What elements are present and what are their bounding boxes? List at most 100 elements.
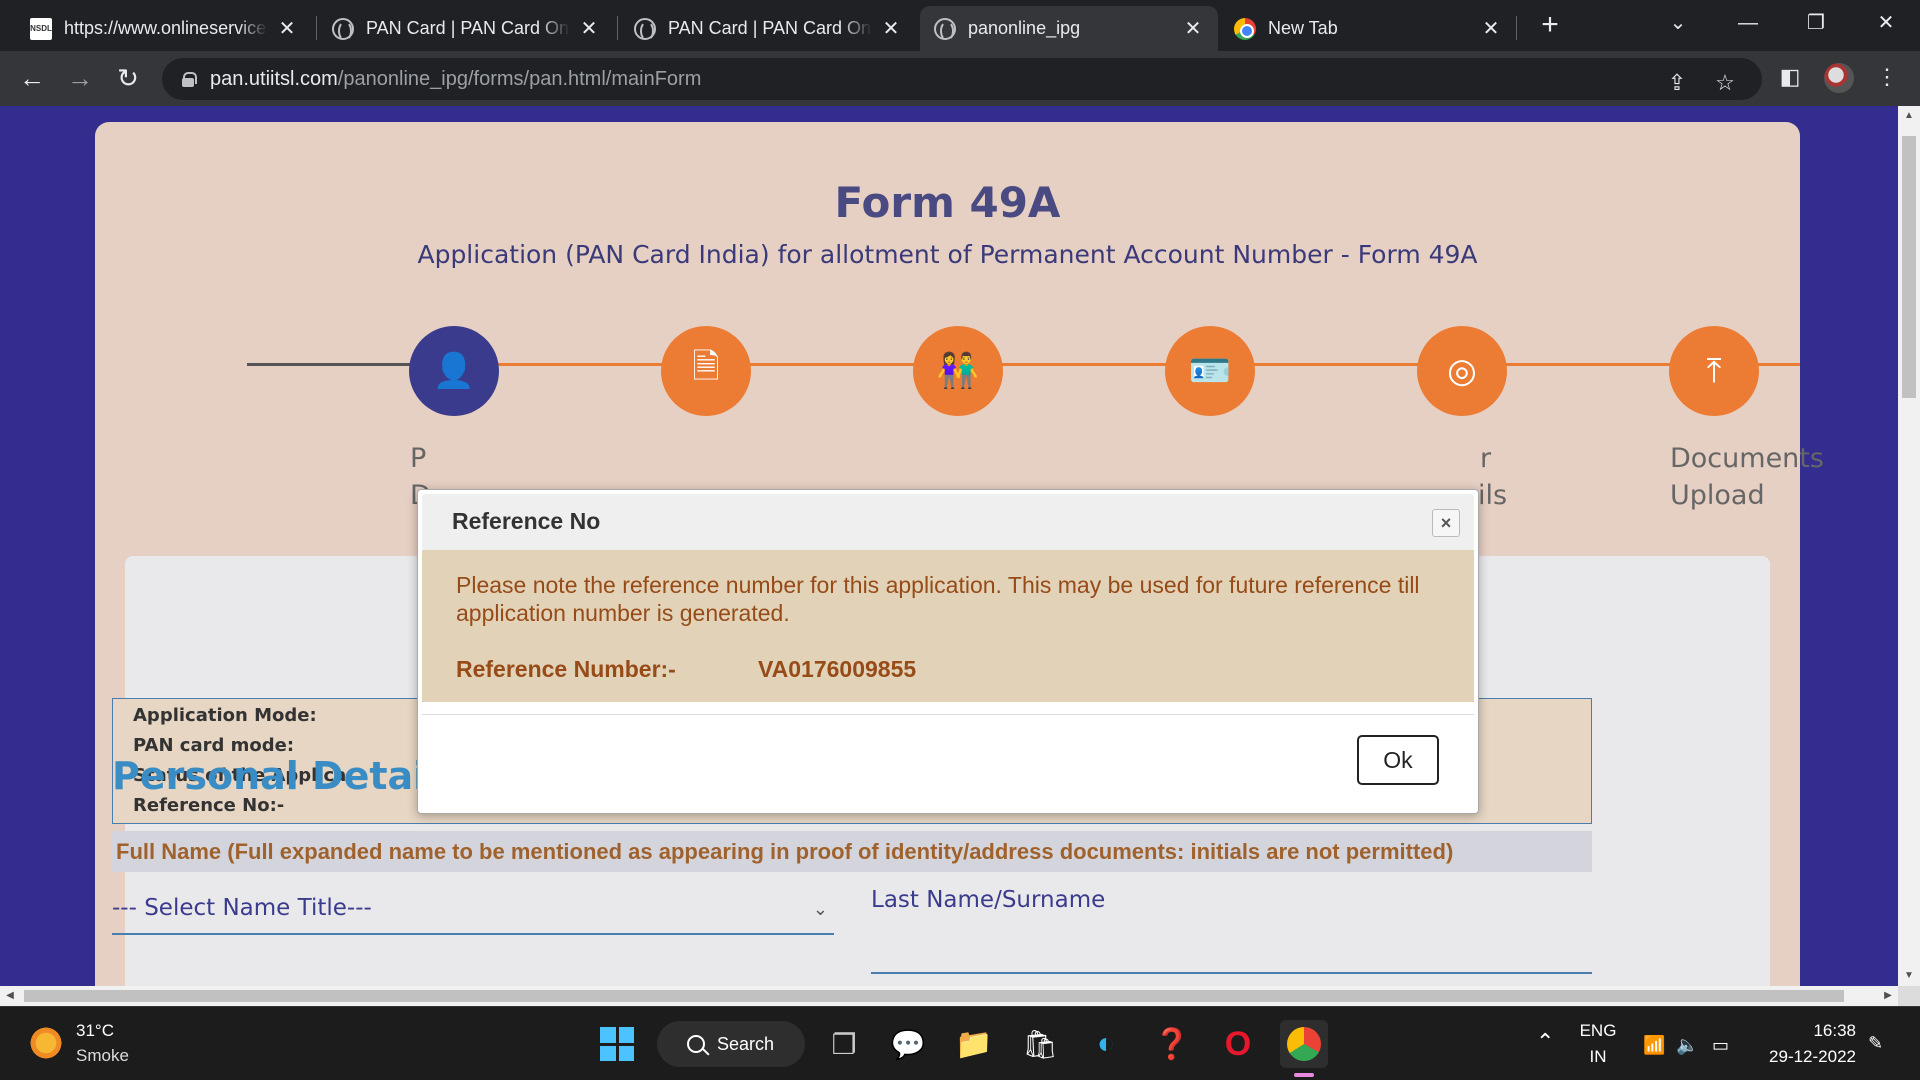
help-icon[interactable]: ❓	[1148, 1020, 1196, 1068]
horizontal-scrollbar[interactable]: ◀ ▶	[0, 986, 1898, 1006]
browser-tab-2[interactable]: PAN Card | PAN Card Online ✕	[318, 6, 614, 51]
taskbar-search[interactable]: Search	[657, 1021, 805, 1067]
browser-tab-3[interactable]: PAN Card | PAN Card Online ✕	[620, 6, 916, 51]
lock-icon[interactable]	[182, 72, 197, 87]
tab-strip: NSDL https://www.onlineservices.nsdl.com…	[0, 0, 1920, 51]
name-title-select[interactable]: --- Select Name Title--- ⌄	[112, 885, 834, 935]
step-other[interactable]: ◎	[1417, 326, 1507, 416]
dialog-divider	[422, 714, 1474, 715]
scroll-thumb[interactable]	[1902, 136, 1916, 398]
dialog-body: Please note the reference number for thi…	[422, 550, 1474, 702]
forward-icon[interactable]: →	[64, 63, 96, 95]
windows-taskbar: 31°C Smoke Search ❐ 💬 📁 🛍 ◐ ❓ O ⌃ ENG IN…	[0, 1006, 1920, 1080]
weather-temperature[interactable]: 31°C	[76, 1021, 114, 1041]
volume-icon[interactable]: 🔈	[1676, 1035, 1698, 1056]
wifi-icon[interactable]: 📶	[1643, 1035, 1665, 1056]
chevron-down-icon: ⌄	[812, 899, 828, 920]
browser-toolbar: ← → ↻ pan.utiitsl.com/panonline_ipg/form…	[0, 51, 1920, 106]
info-application-mode: Application Mode:	[133, 705, 317, 726]
progress-line	[417, 363, 1800, 366]
scroll-down-icon[interactable]: ▼	[1898, 966, 1920, 986]
chrome-icon	[1287, 1027, 1321, 1061]
scroll-thumb[interactable]	[24, 990, 1844, 1002]
profile-avatar[interactable]	[1824, 63, 1854, 93]
globe-icon	[332, 17, 354, 41]
close-icon[interactable]: ×	[1432, 509, 1460, 537]
menu-kebab-icon[interactable]: ⋮	[1872, 62, 1902, 92]
step-parents[interactable]: 👫	[913, 326, 1003, 416]
close-tab-icon[interactable]: ✕	[880, 18, 902, 40]
minimize-icon[interactable]: —	[1724, 6, 1772, 40]
browser-tab-5[interactable]: New Tab ✕	[1220, 6, 1516, 51]
tab-divider	[1516, 16, 1517, 40]
chrome-icon	[1234, 17, 1256, 40]
person-icon: 👤	[432, 352, 476, 390]
start-button[interactable]	[593, 1020, 641, 1068]
new-tab-button[interactable]: +	[1533, 9, 1567, 43]
dialog-title: Reference No	[452, 508, 601, 534]
task-view-icon[interactable]: ❐	[820, 1020, 868, 1068]
scroll-left-icon[interactable]: ◀	[0, 986, 20, 1006]
microsoft-store-icon[interactable]: 🛍	[1016, 1020, 1064, 1068]
people-icon: 👫	[936, 352, 980, 390]
bookmark-star-icon[interactable]: ☆	[1710, 68, 1740, 98]
scroll-corner	[1898, 986, 1920, 1006]
weather-icon[interactable]	[28, 1025, 64, 1061]
edge-icon[interactable]: ◐	[1082, 1020, 1130, 1068]
notifications-icon[interactable]: ✎	[1868, 1033, 1883, 1054]
browser-tab-1[interactable]: NSDL https://www.onlineservices.nsdl.com…	[16, 6, 312, 51]
step-document[interactable]: 🗎	[661, 326, 751, 416]
reload-icon[interactable]: ↻	[112, 63, 144, 95]
browser-tab-4[interactable]: panonline_ipg ✕	[920, 6, 1218, 51]
step-documents-upload[interactable]: ⤒	[1669, 326, 1759, 416]
scroll-right-icon[interactable]: ▶	[1878, 986, 1898, 1006]
last-name-input[interactable]	[871, 972, 1592, 974]
close-window-icon[interactable]: ✕	[1862, 6, 1910, 40]
tab-title: panonline_ipg	[968, 18, 1081, 38]
address-bar[interactable]: pan.utiitsl.com/panonline_ipg/forms/pan.…	[162, 58, 1762, 100]
clock-time[interactable]: 16:38	[1760, 1021, 1856, 1041]
step-label-partial: ils	[1478, 480, 1508, 511]
show-hidden-icons[interactable]: ⌃	[1536, 1029, 1554, 1055]
info-reference-no: Reference No:-	[133, 795, 285, 816]
tab-search-icon[interactable]: ⌄	[1654, 6, 1702, 40]
dialog-message: Please note the reference number for thi…	[456, 572, 1420, 626]
teams-chat-icon[interactable]: 💬	[884, 1020, 932, 1068]
chrome-taskbar-icon[interactable]	[1280, 1020, 1328, 1068]
step-label-partial: P	[410, 443, 427, 474]
ok-button[interactable]: Ok	[1357, 735, 1439, 785]
weather-description[interactable]: Smoke	[76, 1046, 129, 1066]
close-tab-icon[interactable]: ✕	[1480, 18, 1502, 40]
document-icon: 🗎	[692, 347, 720, 386]
language-region[interactable]: IN	[1578, 1047, 1618, 1067]
share-icon[interactable]: ⇪	[1662, 68, 1692, 98]
contact-card-icon: 🪪	[1188, 352, 1232, 390]
back-icon[interactable]: ←	[16, 63, 48, 95]
step-contact[interactable]: 🪪	[1165, 326, 1255, 416]
opera-icon[interactable]: O	[1214, 1020, 1262, 1068]
battery-icon[interactable]: ▭	[1712, 1035, 1729, 1056]
tab-divider	[316, 16, 317, 40]
search-label: Search	[717, 1033, 775, 1054]
close-tab-icon[interactable]: ✕	[1182, 18, 1204, 40]
url-path: /panonline_ipg/forms/pan.html/mainForm	[337, 67, 702, 90]
nsdl-icon: NSDL	[30, 17, 52, 40]
language-code[interactable]: ENG	[1578, 1021, 1618, 1041]
globe-icon	[934, 17, 956, 41]
clock-date[interactable]: 29-12-2022	[1752, 1047, 1856, 1067]
info-pan-card-mode: PAN card mode:	[133, 735, 295, 756]
side-panel-icon[interactable]: ◧	[1775, 62, 1805, 92]
scroll-up-icon[interactable]: ▲	[1898, 106, 1920, 126]
step-personal[interactable]: 👤	[409, 326, 499, 416]
upload-icon: ⤒	[1706, 351, 1722, 390]
tab-title: New Tab	[1268, 18, 1338, 38]
vertical-scrollbar[interactable]: ▲ ▼	[1898, 106, 1920, 986]
reference-number-label: Reference Number:-	[456, 656, 676, 682]
close-tab-icon[interactable]: ✕	[276, 18, 298, 40]
step-label-partial: r	[1480, 443, 1492, 474]
restore-icon[interactable]: ❐	[1792, 6, 1840, 40]
file-explorer-icon[interactable]: 📁	[950, 1020, 998, 1068]
close-tab-icon[interactable]: ✕	[578, 18, 600, 40]
fullname-note: Full Name (Full expanded name to be ment…	[112, 831, 1592, 872]
last-name-label: Last Name/Surname	[871, 887, 1106, 913]
